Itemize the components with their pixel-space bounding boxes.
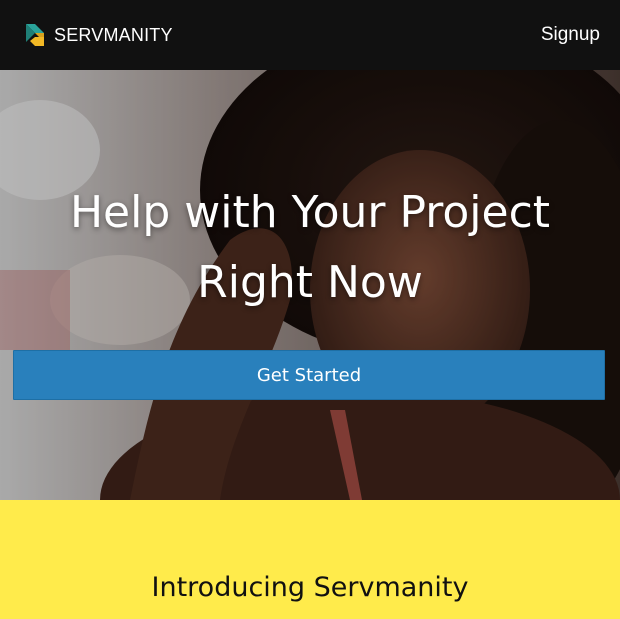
brand-link[interactable]: SERVMANITY: [24, 22, 173, 48]
servmanity-logo-icon: [26, 24, 44, 46]
intro-section: Introducing Servmanity: [0, 500, 620, 619]
intro-title: Introducing Servmanity: [151, 572, 469, 603]
hero-section: Help with Your Project Right Now Get Sta…: [0, 70, 620, 500]
hero-title-line-1: Help with Your Project: [69, 187, 551, 238]
get-started-button[interactable]: Get Started: [13, 350, 605, 400]
signup-link[interactable]: Signup: [541, 24, 600, 46]
top-navbar: SERVMANITY Signup: [0, 0, 620, 70]
brand-name: SERVMANITY: [54, 24, 173, 45]
hero-title-line-2: Right Now: [197, 257, 423, 308]
hero-title: Help with Your Project Right Now: [0, 178, 620, 318]
